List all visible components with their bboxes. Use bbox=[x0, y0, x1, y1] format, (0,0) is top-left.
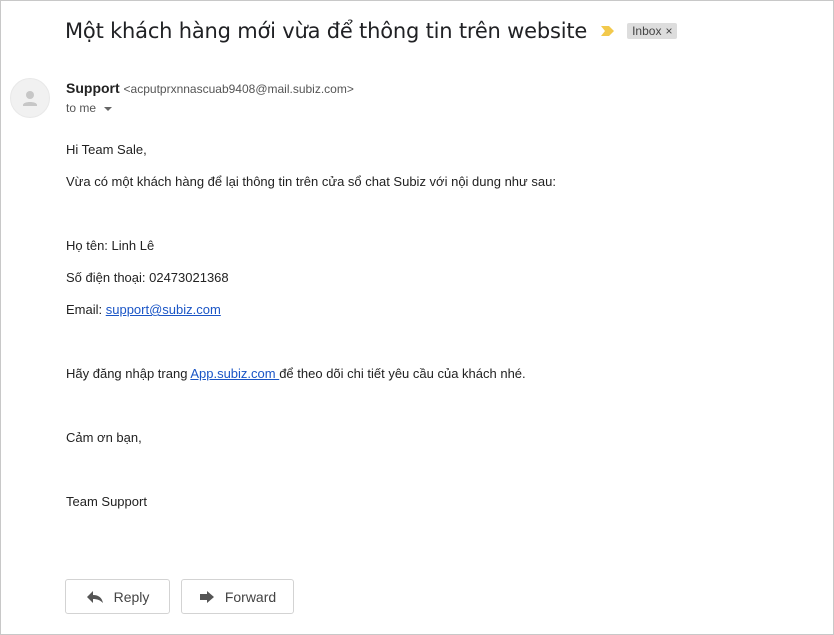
body-email-line: Email: support@subiz.com bbox=[66, 302, 221, 317]
contact-email-link[interactable]: support@subiz.com bbox=[106, 302, 221, 317]
body-thanks: Cảm ơn bạn, bbox=[66, 430, 142, 445]
importance-marker-icon[interactable] bbox=[599, 23, 617, 39]
recipient-text: to me bbox=[66, 101, 97, 115]
subject-row: Một khách hàng mới vừa để thông tin trên… bbox=[65, 19, 678, 43]
remove-label-button[interactable]: × bbox=[665, 24, 672, 38]
recipient-line[interactable]: to me bbox=[66, 101, 113, 115]
person-icon bbox=[23, 91, 37, 106]
body-phone: Số điện thoại: 02473021368 bbox=[66, 270, 229, 285]
body-signature: Team Support bbox=[66, 494, 147, 509]
email-subject: Một khách hàng mới vừa để thông tin trên… bbox=[65, 19, 588, 43]
body-greeting: Hi Team Sale, bbox=[66, 142, 147, 157]
sender-email: <acputprxnnascuab9408@mail.subiz.com> bbox=[123, 82, 354, 96]
sender-line: Support <acputprxnnascuab9408@mail.subiz… bbox=[66, 80, 354, 96]
reply-label: Reply bbox=[113, 588, 150, 605]
body-intro: Vừa có một khách hàng để lại thông tin t… bbox=[66, 174, 556, 189]
email-prefix: Email: bbox=[66, 302, 106, 317]
login-suffix: để theo dõi chi tiết yêu cầu của khách n… bbox=[279, 366, 526, 381]
body-name: Họ tên: Linh Lê bbox=[66, 238, 155, 253]
body-login-line: Hãy đăng nhập trang App.subiz.com để the… bbox=[66, 366, 526, 381]
app-subiz-link[interactable]: App.subiz.com bbox=[190, 366, 279, 381]
login-prefix: Hãy đăng nhập trang bbox=[66, 366, 191, 381]
avatar[interactable] bbox=[10, 78, 50, 118]
reply-button[interactable]: Reply bbox=[65, 579, 170, 614]
inbox-label-text: Inbox bbox=[632, 24, 662, 38]
sender-name[interactable]: Support bbox=[66, 80, 120, 96]
inbox-label-chip: Inbox × bbox=[627, 23, 678, 39]
email-view: Một khách hàng mới vừa để thông tin trên… bbox=[0, 0, 834, 635]
chevron-down-icon[interactable] bbox=[104, 106, 113, 111]
reply-arrow-icon bbox=[86, 590, 103, 603]
forward-label: Forward bbox=[224, 588, 277, 605]
forward-arrow-icon bbox=[199, 590, 214, 603]
forward-button[interactable]: Forward bbox=[181, 579, 294, 614]
